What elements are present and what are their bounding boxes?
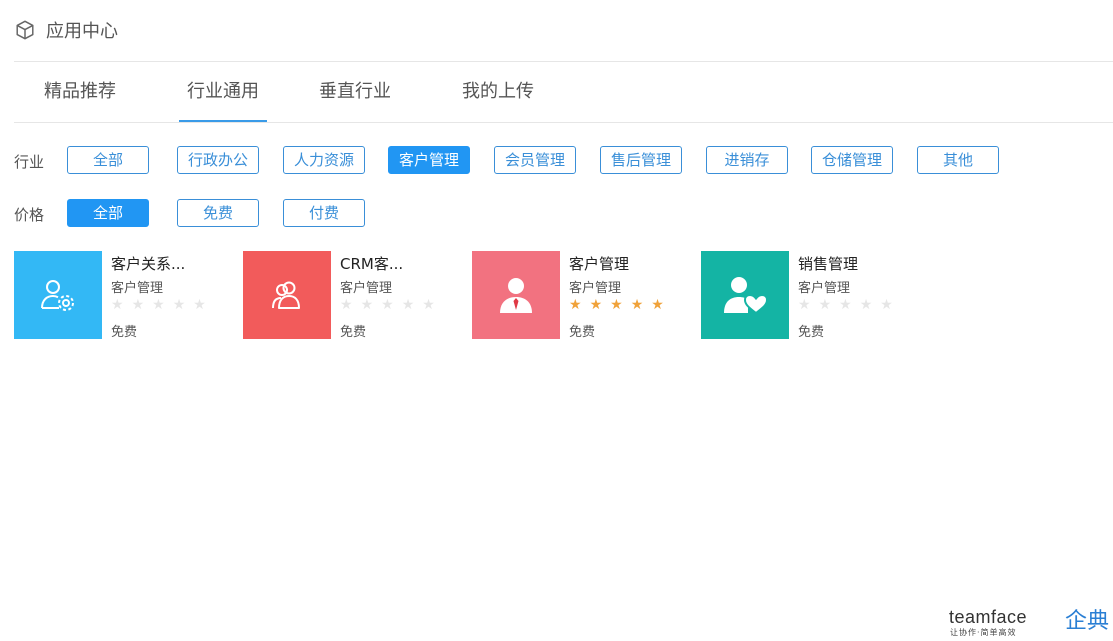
category-tabs: 精品推荐 行业通用 垂直行业 我的上传 [14, 62, 1113, 123]
tab-featured[interactable]: 精品推荐 [32, 62, 128, 122]
users-icon [272, 281, 300, 309]
price-filter-label: 价格 [14, 206, 45, 224]
brand-slogan: 让协作·简单高效 [950, 628, 1017, 637]
price-option-all[interactable]: 全部 [67, 199, 149, 227]
app-tile[interactable] [14, 251, 102, 339]
app-tile[interactable] [701, 251, 789, 339]
tab-general-industry[interactable]: 行业通用 [179, 62, 267, 123]
app-category: 客户管理 [569, 281, 622, 296]
tab-vertical-industry[interactable]: 垂直行业 [310, 62, 400, 122]
brand-name: teamface [949, 607, 1028, 627]
industry-option-customer-mgmt[interactable]: 客户管理 [388, 146, 470, 174]
brand-logo: teamface 让协作·简单高效 企典 [949, 603, 1109, 639]
app-card[interactable]: CRM客... 客户管理 ★★★★★ 免费 [243, 251, 463, 341]
page-title: 应用中心 [46, 21, 118, 42]
price-option-free[interactable]: 免费 [177, 199, 259, 227]
user-heart-icon [724, 277, 769, 315]
app-card[interactable]: 客户关系... 客户管理 ★★★★★ 免费 [14, 251, 234, 341]
rating-stars: ★★★★★ [111, 297, 214, 313]
app-name[interactable]: 客户关系... [111, 253, 185, 274]
app-price: 免费 [111, 325, 138, 340]
user-settings-icon [41, 280, 74, 311]
app-tile[interactable] [472, 251, 560, 339]
price-option-paid[interactable]: 付费 [283, 199, 365, 227]
app-card[interactable]: 销售管理 客户管理 ★★★★★ 免费 [701, 251, 921, 341]
industry-option-admin-office[interactable]: 行政办公 [177, 146, 259, 174]
app-name[interactable]: CRM客... [340, 253, 403, 274]
app-category: 客户管理 [111, 281, 164, 296]
rating-stars: ★★★★★ [340, 297, 443, 313]
cube-icon [16, 20, 34, 40]
app-price: 免费 [569, 325, 596, 340]
industry-option-other[interactable]: 其他 [917, 146, 999, 174]
businessman-icon [500, 278, 532, 313]
industry-option-warehouse[interactable]: 仓储管理 [811, 146, 893, 174]
industry-option-inventory[interactable]: 进销存 [706, 146, 788, 174]
page-header: 应用中心 [14, 14, 118, 46]
industry-filter-label: 行业 [14, 153, 45, 171]
rating-stars: ★★★★★ [569, 297, 672, 313]
app-price: 免费 [340, 325, 367, 340]
app-tile[interactable] [243, 251, 331, 339]
app-category: 客户管理 [340, 281, 393, 296]
app-category: 客户管理 [798, 281, 851, 296]
industry-option-after-sales[interactable]: 售后管理 [600, 146, 682, 174]
tab-my-uploads[interactable]: 我的上传 [452, 62, 544, 122]
app-name[interactable]: 客户管理 [569, 253, 629, 274]
tabs-divider [14, 122, 1113, 123]
industry-option-hr[interactable]: 人力资源 [283, 146, 365, 174]
app-card[interactable]: 客户管理 客户管理 ★★★★★ 免费 [472, 251, 692, 341]
industry-option-member-mgmt[interactable]: 会员管理 [494, 146, 576, 174]
rating-stars: ★★★★★ [798, 297, 901, 313]
app-price: 免费 [798, 325, 825, 340]
app-name[interactable]: 销售管理 [798, 253, 858, 274]
brand-chinese-name: 企典 [1064, 609, 1109, 634]
industry-option-all[interactable]: 全部 [67, 146, 149, 174]
